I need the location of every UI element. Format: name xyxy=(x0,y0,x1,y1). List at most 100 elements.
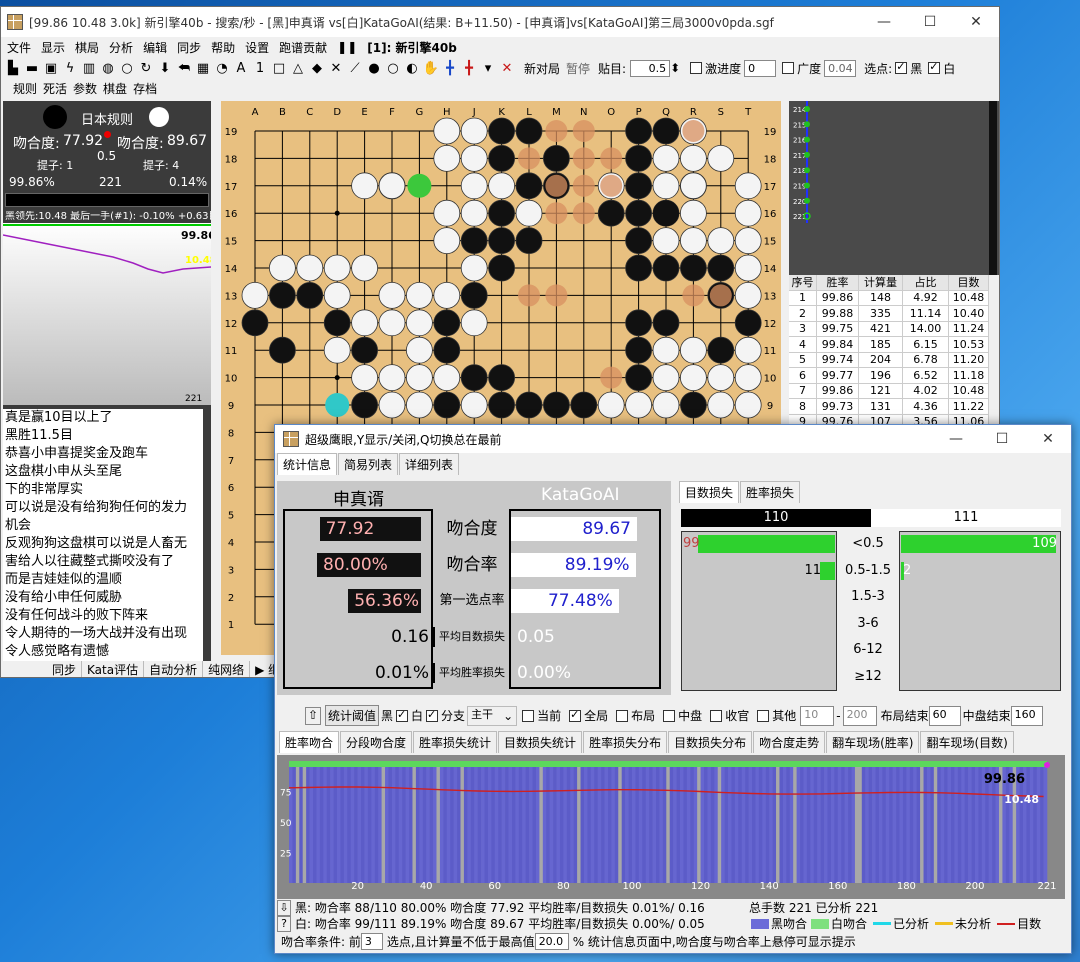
tab-simple-list[interactable]: 简易列表 xyxy=(338,453,399,475)
pause-button[interactable]: 暂停 xyxy=(566,60,590,77)
menu-settings[interactable]: 设置 xyxy=(245,39,269,56)
mid-end-input[interactable]: 160 xyxy=(1010,705,1043,726)
opt-endgame-checkbox[interactable] xyxy=(710,709,723,722)
aggr-input[interactable]: 0 xyxy=(744,59,777,77)
down-icon[interactable]: ⬇ xyxy=(157,60,173,76)
life-death-button[interactable]: 死活 xyxy=(43,80,67,97)
tab-winrate-loss[interactable]: 胜率损失 xyxy=(740,481,801,503)
circle-icon[interactable]: ○ xyxy=(119,60,135,76)
table-row[interactable]: 6 99.77 196 6.52 11.18 xyxy=(789,368,989,384)
help-icon[interactable]: ? xyxy=(277,915,291,932)
chevron-down-icon[interactable]: ⌄ xyxy=(503,709,513,723)
select-black-checkbox[interactable] xyxy=(895,60,908,74)
timer-icon[interactable]: ◔ xyxy=(214,60,230,76)
minimize-button[interactable]: — xyxy=(861,7,907,37)
branch-node[interactable] xyxy=(804,106,810,112)
chart-icon[interactable]: ▥ xyxy=(81,60,97,76)
aggr-checkbox[interactable] xyxy=(690,62,703,74)
white-stone-icon[interactable]: ○ xyxy=(385,60,401,76)
sync-button[interactable]: 同步 xyxy=(47,660,83,677)
opt-white-checkbox[interactable] xyxy=(426,708,439,722)
close-button[interactable]: ✕ xyxy=(953,7,999,37)
down-arrow-icon[interactable]: ⇩ xyxy=(277,899,291,916)
blue-pin-icon[interactable]: ╋ xyxy=(442,60,458,76)
maximize-button[interactable]: ☐ xyxy=(907,7,953,37)
refresh-icon[interactable]: ↻ xyxy=(138,60,154,76)
opt-black-checkbox[interactable] xyxy=(396,708,409,722)
alt-stone-icon[interactable]: ◐ xyxy=(404,60,420,76)
menu-contribute[interactable]: 跑谱贡献 xyxy=(279,39,327,56)
tab-score-loss-dist[interactable]: 目数损失分布 xyxy=(668,731,753,753)
cond-percent-input[interactable]: 20.0 xyxy=(534,933,569,950)
opt-middle-checkbox[interactable] xyxy=(663,709,676,722)
up-arrow-icon[interactable]: ⇧ xyxy=(305,706,321,725)
menu-analysis[interactable]: 分析 xyxy=(109,39,133,56)
black-stone-icon[interactable]: ● xyxy=(366,60,382,76)
tab-match-trend[interactable]: 吻合度走势 xyxy=(753,731,826,753)
tab-score-loss[interactable]: 目数损失 xyxy=(679,481,740,503)
tab-winrate-loss-dist[interactable]: 胜率损失分布 xyxy=(583,731,668,753)
table-row[interactable]: 4 99.84 185 6.15 10.53 xyxy=(789,337,989,353)
range-from-input[interactable]: 10 xyxy=(800,705,835,726)
open-end-input[interactable]: 60 xyxy=(928,705,961,726)
brush-icon[interactable]: ⟋ xyxy=(347,60,363,76)
dialog-maximize-button[interactable]: ☐ xyxy=(979,425,1025,453)
kata-eval-button[interactable]: Kata评估 xyxy=(82,660,145,677)
menu-edit[interactable]: 编辑 xyxy=(143,39,167,56)
menu-file[interactable]: 文件 xyxy=(7,39,31,56)
komi-input[interactable]: 0.5 xyxy=(630,59,671,77)
text-icon[interactable]: A xyxy=(233,60,249,76)
red-pin-icon[interactable]: ╋ xyxy=(461,60,477,76)
params-button[interactable]: 参数 xyxy=(73,80,97,97)
width-input[interactable]: 0.04 xyxy=(824,59,857,77)
tab-stats[interactable]: 统计信息 xyxy=(277,453,338,475)
dialog-minimize-button[interactable]: — xyxy=(933,425,979,453)
table-row[interactable]: 2 99.88 335 11.14 10.40 xyxy=(789,306,989,322)
board-button[interactable]: 棋盘 xyxy=(103,80,127,97)
hand-icon[interactable]: ✋ xyxy=(423,60,439,76)
table-header-cell[interactable]: 目数 xyxy=(949,275,989,290)
branch-node[interactable] xyxy=(804,151,810,158)
branch-node[interactable] xyxy=(804,182,810,189)
menu-help[interactable]: 帮助 xyxy=(211,39,235,56)
clear-icon[interactable]: ✕ xyxy=(499,60,515,76)
dropdown-icon[interactable]: ▾ xyxy=(480,60,496,76)
archive-button[interactable]: 存档 xyxy=(133,80,157,97)
branch-node[interactable] xyxy=(804,197,810,204)
branch-node[interactable] xyxy=(804,121,810,128)
table-header-cell[interactable]: 占比 xyxy=(903,275,949,290)
open-icon[interactable]: ▙ xyxy=(5,60,21,76)
komi-spinner-icon[interactable]: ⬍ xyxy=(670,61,680,75)
rules-button[interactable]: 规则 xyxy=(13,80,37,97)
opt-whole-checkbox[interactable] xyxy=(569,708,582,722)
menu-view[interactable]: 显示 xyxy=(41,39,65,56)
tab-score-loss-stats[interactable]: 目数损失统计 xyxy=(498,731,583,753)
table-row[interactable]: 8 99.73 131 4.36 11.22 xyxy=(789,399,989,415)
flash-icon[interactable]: ϟ xyxy=(62,60,78,76)
pure-net-button[interactable]: 纯网络 xyxy=(203,660,251,677)
tab-detail-list[interactable]: 详细列表 xyxy=(399,453,460,475)
dialog-close-button[interactable]: ✕ xyxy=(1025,425,1071,453)
table-header-cell[interactable]: 计算量 xyxy=(859,275,903,290)
menu-game[interactable]: 棋局 xyxy=(75,39,99,56)
threshold-button[interactable]: 统计阈值 xyxy=(325,705,380,726)
cond-top-input[interactable]: 3 xyxy=(360,933,383,950)
pause-icon[interactable]: ❚❚ xyxy=(337,40,357,54)
cross-icon[interactable]: ✕ xyxy=(328,60,344,76)
branch-node[interactable] xyxy=(804,167,810,174)
range-to-input[interactable]: 200 xyxy=(842,705,877,726)
table-header-cell[interactable]: 胜率 xyxy=(817,275,859,290)
tab-blunder-score[interactable]: 翻车现场(目数) xyxy=(920,731,1014,753)
back-icon[interactable]: ⮪ xyxy=(176,60,192,76)
auto-analysis-button[interactable]: 自动分析 xyxy=(144,660,204,677)
engine-label[interactable]: [1]: 新引擎40b xyxy=(367,39,457,56)
opt-current-checkbox[interactable] xyxy=(522,709,535,722)
eraser-icon[interactable]: ◆ xyxy=(309,60,325,76)
tab-winrate-loss-stats[interactable]: 胜率损失统计 xyxy=(413,731,498,753)
grid-icon[interactable]: ▦ xyxy=(195,60,211,76)
square-icon[interactable]: □ xyxy=(271,60,287,76)
triangle-icon[interactable]: △ xyxy=(290,60,306,76)
table-row[interactable]: 1 99.86 148 4.92 10.48 xyxy=(789,290,989,306)
tab-winrate-match[interactable]: 胜率吻合 xyxy=(279,731,340,753)
menu-sync[interactable]: 同步 xyxy=(177,39,201,56)
